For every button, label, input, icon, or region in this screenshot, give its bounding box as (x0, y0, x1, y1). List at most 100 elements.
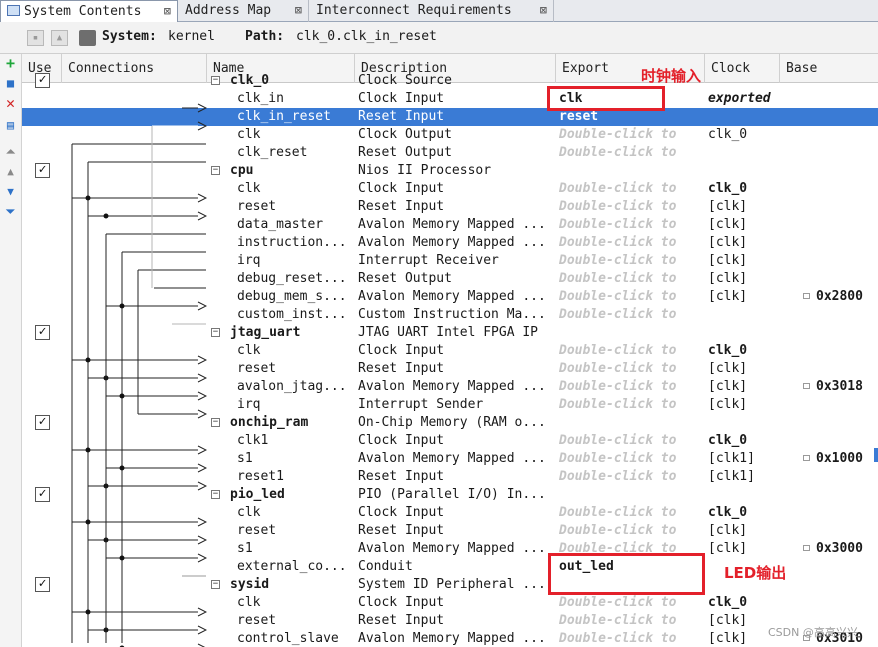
name-cell[interactable]: clk (237, 126, 355, 144)
name-cell[interactable]: clk_0 (230, 72, 348, 90)
name-cell[interactable]: clk_reset (237, 144, 355, 162)
name-cell[interactable]: reset1 (237, 468, 355, 486)
name-cell[interactable]: clk (237, 594, 355, 612)
export-cell[interactable]: Double-click to (559, 342, 705, 360)
name-cell[interactable]: clk_in (237, 90, 355, 108)
name-cell[interactable]: sysid (230, 576, 348, 594)
close-tab-icon[interactable]: ⊠ (540, 0, 547, 21)
name-cell[interactable]: jtag_uart (230, 324, 348, 342)
expand-icon[interactable]: − (211, 328, 220, 337)
remove-icon[interactable]: ✕ (3, 96, 18, 111)
export-cell[interactable]: Double-click to (559, 288, 705, 306)
name-cell[interactable]: irq (237, 252, 355, 270)
name-cell[interactable]: custom_inst... (237, 306, 355, 324)
clock-cell[interactable]: clk_0 (708, 594, 784, 612)
tab-system-contents[interactable]: System Contents ⊠ (0, 0, 178, 22)
up-level-icon[interactable]: ▲ (51, 30, 68, 46)
clock-cell[interactable]: exported (708, 90, 784, 108)
clock-cell[interactable]: clk_0 (708, 432, 784, 450)
move-top-icon[interactable]: ⏶ (3, 144, 18, 159)
close-tab-icon[interactable]: ⊠ (164, 1, 171, 22)
clock-cell[interactable]: clk_0 (708, 126, 784, 144)
name-cell[interactable]: pio_led (230, 486, 348, 504)
name-cell[interactable]: cpu (230, 162, 348, 180)
expand-icon[interactable]: − (211, 490, 220, 499)
clock-cell[interactable] (708, 324, 784, 342)
lock-icon[interactable] (803, 455, 810, 461)
clock-cell[interactable]: [clk] (708, 270, 784, 288)
clock-cell[interactable]: [clk] (708, 522, 784, 540)
export-cell[interactable]: Double-click to (559, 594, 705, 612)
name-cell[interactable]: clk1 (237, 432, 355, 450)
clock-cell[interactable] (708, 162, 784, 180)
export-cell[interactable]: Double-click to (559, 306, 705, 324)
clock-cell[interactable] (708, 72, 784, 90)
move-down-icon[interactable]: ▼ (3, 184, 18, 199)
name-cell[interactable]: external_co... (237, 558, 355, 576)
clock-cell[interactable]: [clk] (708, 288, 784, 306)
lock-icon[interactable] (803, 293, 810, 299)
add-component-icon[interactable]: ■ (3, 76, 18, 91)
export-cell[interactable]: Double-click to (559, 612, 705, 630)
base-cell[interactable]: 0x3000 (803, 540, 878, 558)
expand-icon[interactable]: − (211, 166, 220, 175)
tab-address-map[interactable]: Address Map ⊠ (179, 0, 309, 22)
export-cell[interactable]: Double-click to (559, 234, 705, 252)
name-cell[interactable]: clk (237, 342, 355, 360)
name-cell[interactable]: reset (237, 612, 355, 630)
clock-cell[interactable]: [clk1] (708, 468, 784, 486)
expand-icon[interactable]: − (211, 76, 220, 85)
edit-icon[interactable]: ▤ (3, 118, 18, 133)
clock-cell[interactable] (708, 414, 784, 432)
export-cell[interactable]: Double-click to (559, 504, 705, 522)
move-up-icon[interactable]: ▲ (3, 164, 18, 179)
name-cell[interactable]: data_master (237, 216, 355, 234)
clock-cell[interactable] (708, 306, 784, 324)
tab-interconnect-requirements[interactable]: Interconnect Requirements ⊠ (310, 0, 554, 22)
lock-icon[interactable] (803, 383, 810, 389)
export-cell[interactable]: Double-click to (559, 126, 705, 144)
export-cell[interactable]: Double-click to (559, 450, 705, 468)
base-cell[interactable]: 0x3018 (803, 378, 878, 396)
export-cell[interactable]: Double-click to (559, 360, 705, 378)
export-cell[interactable]: Double-click to (559, 630, 705, 647)
clock-cell[interactable]: clk_0 (708, 180, 784, 198)
export-cell[interactable]: Double-click to (559, 180, 705, 198)
scrollbar-marker[interactable] (874, 448, 878, 462)
export-cell[interactable] (559, 414, 705, 432)
export-cell[interactable]: Double-click to (559, 468, 705, 486)
add-icon[interactable]: + (3, 56, 18, 71)
name-cell[interactable]: debug_reset... (237, 270, 355, 288)
clock-cell[interactable] (708, 108, 784, 126)
name-cell[interactable]: s1 (237, 540, 355, 558)
export-cell[interactable]: Double-click to (559, 198, 705, 216)
clock-cell[interactable] (708, 486, 784, 504)
close-tab-icon[interactable]: ⊠ (295, 0, 302, 21)
base-cell[interactable]: 0x2800 (803, 288, 878, 306)
export-cell[interactable]: Double-click to (559, 216, 705, 234)
clock-cell[interactable]: clk_0 (708, 504, 784, 522)
collapse-all-icon[interactable]: ▪ (27, 30, 44, 46)
export-cell[interactable] (559, 324, 705, 342)
name-cell[interactable]: irq (237, 396, 355, 414)
clock-cell[interactable] (708, 144, 784, 162)
name-cell[interactable]: s1 (237, 450, 355, 468)
name-cell[interactable]: reset (237, 198, 355, 216)
export-cell[interactable] (559, 162, 705, 180)
export-cell[interactable]: Double-click to (559, 432, 705, 450)
export-cell[interactable]: Double-click to (559, 522, 705, 540)
base-cell[interactable]: 0x1000 (803, 450, 878, 468)
name-cell[interactable]: clk (237, 180, 355, 198)
clock-cell[interactable]: [clk] (708, 378, 784, 396)
name-cell[interactable]: control_slave (237, 630, 355, 647)
move-bottom-icon[interactable]: ⏷ (3, 204, 18, 219)
name-cell[interactable]: reset (237, 522, 355, 540)
clock-cell[interactable]: [clk] (708, 198, 784, 216)
export-cell[interactable] (559, 486, 705, 504)
export-cell[interactable]: Double-click to (559, 252, 705, 270)
name-cell[interactable]: avalon_jtag... (237, 378, 355, 396)
name-cell[interactable]: reset (237, 360, 355, 378)
export-cell[interactable]: Double-click to (559, 396, 705, 414)
clock-cell[interactable]: [clk] (708, 252, 784, 270)
name-cell[interactable]: instruction... (237, 234, 355, 252)
